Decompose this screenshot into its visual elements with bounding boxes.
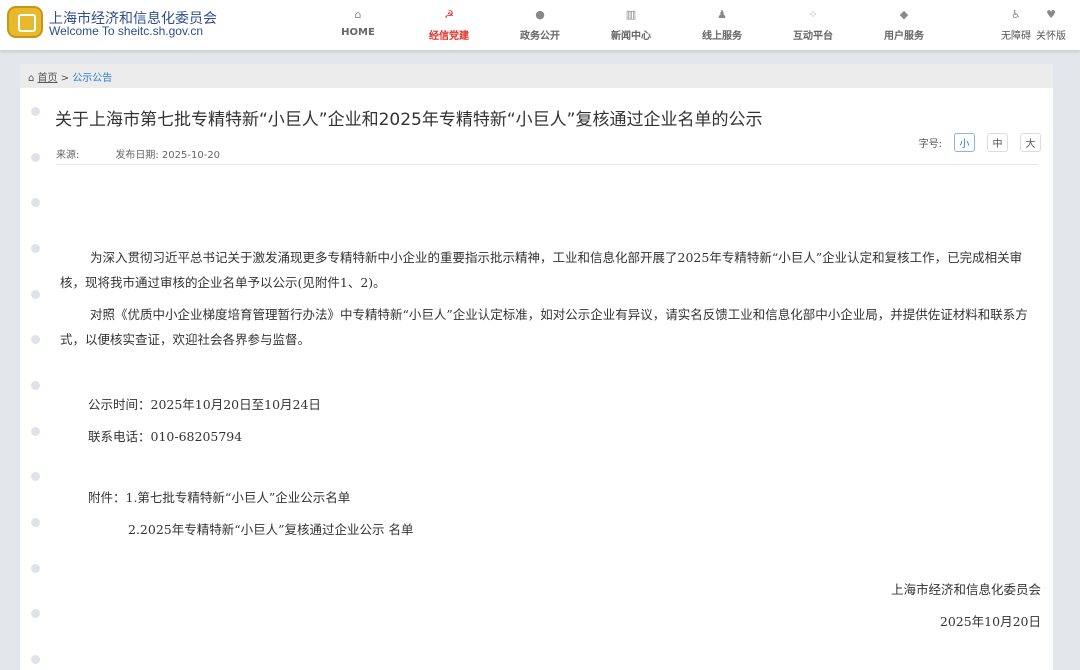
wheelchair-icon: ♿ [1011, 8, 1021, 21]
font-medium-button[interactable]: 中 [987, 133, 1008, 152]
bullet-dot [31, 335, 40, 344]
header: 上海市经济和信息化委员会 Welcome To sheitc.sh.gov.cn… [0, 0, 1080, 50]
font-small-button[interactable]: 小 [954, 133, 975, 152]
article-meta: 来源: 发布日期: 2025-10-20 [56, 146, 256, 161]
article-title: 关于上海市第七批专精特新“小巨人”企业和2025年专精特新“小巨人”复核通过企业… [55, 110, 763, 130]
font-size-control: 字号: 小 中 大 [919, 133, 1041, 152]
attachment-link-1[interactable]: 附件：1.第七批专精特新“小巨人”企业公示名单 [88, 487, 350, 506]
party-icon: ☭ [444, 8, 454, 21]
breadcrumb-sep: > [60, 73, 70, 84]
paragraph: 对照《优质中小企业梯度培育管理暂行办法》中专精特新“小巨人”企业认定标准，如对公… [60, 307, 1028, 347]
home-icon: ⌂ [354, 8, 362, 21]
bullet-dot [31, 198, 40, 207]
bullet-dot [31, 564, 40, 573]
divider [56, 164, 1038, 165]
nav-user[interactable]: ◆ 用户服务 [864, 8, 944, 42]
site-en[interactable]: Welcome To sheitc.sh.gov.cn [49, 24, 203, 38]
publicity-period: 公示时间：2025年10月20日至10月24日 [88, 397, 321, 412]
user-service-icon: ◆ [899, 8, 909, 21]
grid-icon: ⁘ [808, 8, 818, 21]
chat-icon: ● [535, 8, 545, 21]
care-mode-button[interactable]: ♥ 关怀版 [1036, 8, 1066, 42]
article-body: 为深入贯彻习近平总书记关于激发涌现更多专精特新中小企业的重要指示批示精神，工业和… [60, 246, 1040, 352]
font-large-button[interactable]: 大 [1020, 133, 1041, 152]
publish-date: 发布日期: 2025-10-20 [115, 150, 221, 161]
paragraph: 为深入贯彻习近平总书记关于激发涌现更多专精特新中小企业的重要指示批示精神，工业和… [60, 250, 1023, 290]
source: 来源: [56, 150, 80, 161]
nav-home[interactable]: ⌂ HOME [318, 8, 398, 38]
nav-news[interactable]: ▥ 新闻中心 [591, 8, 671, 42]
users-icon: ♟ [717, 8, 727, 21]
bullet-dot [31, 427, 40, 436]
logo-icon[interactable] [7, 6, 43, 38]
font-size-label: 字号: [918, 139, 942, 150]
bullet-dot [31, 244, 40, 253]
attachment-link-2[interactable]: 2.2025年专精特新“小巨人”复核通过企业公示 名单 [128, 519, 414, 538]
signature: 上海市经济和信息化委员会 [890, 582, 1041, 597]
sign-date: 2025年10月20日 [939, 614, 1041, 629]
breadcrumb-current[interactable]: 公示公告 [72, 73, 112, 84]
nav-online[interactable]: ♟ 线上服务 [682, 8, 762, 42]
nav-gov[interactable]: ● 政务公开 [500, 8, 580, 42]
bullet-dot [31, 107, 40, 116]
bullet-dot [31, 381, 40, 390]
nav-interact[interactable]: ⁘ 互动平台 [773, 8, 853, 42]
bullet-dot [31, 472, 40, 481]
breadcrumb: ⌂ 首页 > 公示公告 [20, 64, 1053, 88]
bullet-dot [31, 518, 40, 527]
article-card: ⌂ 首页 > 公示公告 关于上海市第七批专精特新“小巨人”企业和2025年专精特… [20, 64, 1053, 670]
news-icon: ▥ [625, 8, 637, 21]
bullet-dot [31, 609, 40, 618]
bullet-dot [31, 655, 40, 664]
accessibility-button[interactable]: ♿ 无障碍 [1001, 8, 1031, 42]
contact-phone: 联系电话：010-68205794 [88, 429, 243, 444]
bullet-dot [31, 290, 40, 299]
breadcrumb-home[interactable]: 首页 [38, 73, 58, 84]
bullet-dot [31, 153, 40, 162]
home-icon: ⌂ [28, 73, 35, 84]
nav-party[interactable]: ☭ 经信党建 [409, 8, 489, 42]
heart-icon: ♥ [1046, 8, 1056, 21]
